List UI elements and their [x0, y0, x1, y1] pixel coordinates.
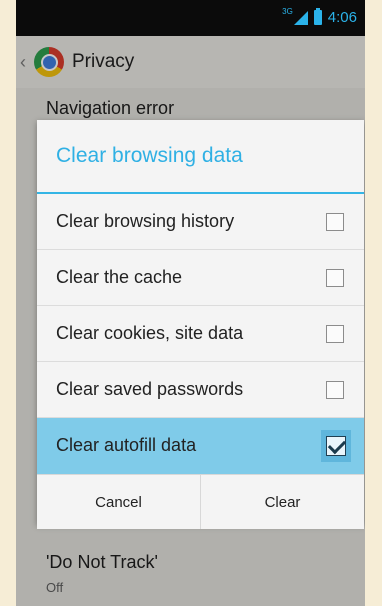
option-label: Clear browsing history [56, 211, 235, 231]
option-clear-autofill-data[interactable]: Clear autofill data [37, 418, 364, 474]
option-clear-browsing-history[interactable]: Clear browsing history [37, 194, 364, 250]
checkmark-icon [326, 435, 346, 456]
option-clear-cookies[interactable]: Clear cookies, site data [37, 306, 364, 362]
checkbox-browsing-history[interactable] [326, 212, 344, 231]
checkbox-cookies[interactable] [326, 324, 344, 343]
checkbox-saved-passwords[interactable] [326, 380, 344, 399]
status-bar: 3G 4:06 [16, 0, 365, 36]
network-type-label: 3G [282, 7, 293, 16]
option-clear-saved-passwords[interactable]: Clear saved passwords [37, 362, 364, 418]
cancel-button[interactable]: Cancel [37, 475, 200, 529]
option-label: Clear the cache [56, 267, 183, 287]
checkbox-autofill-data-checked[interactable] [321, 429, 351, 462]
signal-icon [293, 10, 308, 25]
dialog-button-bar: Cancel Clear [37, 474, 364, 529]
battery-icon [313, 8, 322, 25]
option-label: Clear saved passwords [56, 379, 244, 399]
clear-browsing-data-dialog: Clear browsing data Clear browsing histo… [37, 120, 364, 529]
dialog-title: Clear browsing data [37, 120, 364, 194]
checkbox-cache[interactable] [326, 268, 344, 287]
option-label: Clear cookies, site data [56, 323, 244, 343]
status-clock: 4:06 [327, 9, 357, 26]
clear-button[interactable]: Clear [200, 475, 364, 529]
option-label: Clear autofill data [56, 435, 197, 455]
dim-overlay-top [16, 36, 365, 88]
phone-screen: 3G 4:06 ‹ Privacy Navigation error 'Do N… [16, 0, 365, 606]
option-clear-cache[interactable]: Clear the cache [37, 250, 364, 306]
